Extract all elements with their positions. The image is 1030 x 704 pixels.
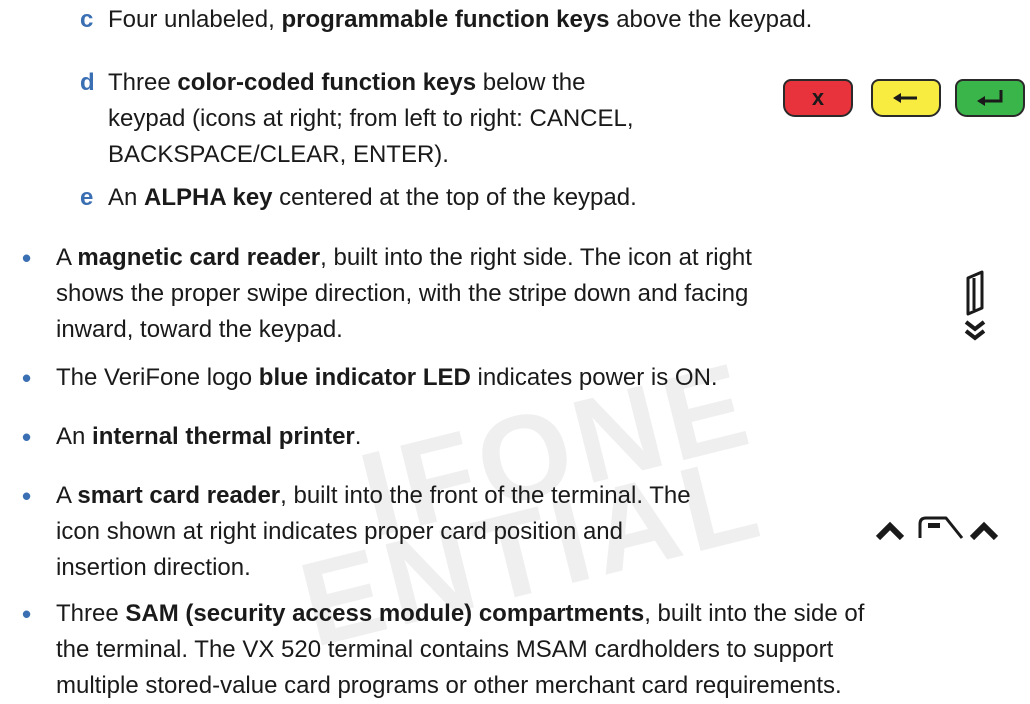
text-segment: above the keypad. xyxy=(609,6,813,33)
text-segment: , built into the right side. The icon at… xyxy=(320,244,752,271)
bold-term: ALPHA key xyxy=(144,184,273,211)
left-arrow-icon xyxy=(893,93,917,103)
text-segment: A xyxy=(56,244,78,271)
item-marker-d: d xyxy=(80,69,95,96)
item-text-printer: An internal thermal printer. xyxy=(56,419,956,455)
text-line: inward, toward the keypad. xyxy=(56,316,343,343)
item-marker-e: e xyxy=(80,184,94,211)
bold-term: SAM (security access module) compartment… xyxy=(125,600,645,627)
text-segment: Three xyxy=(108,69,178,96)
bold-term: color-coded function keys xyxy=(177,69,477,96)
text-line: multiple stored-value card programs or o… xyxy=(56,672,842,699)
smart-card-insert-icon xyxy=(875,516,999,541)
backspace-key-icon xyxy=(871,79,941,117)
text-segment: An xyxy=(108,184,145,211)
text-line: shows the proper swipe direction, with t… xyxy=(56,280,749,307)
text-line: BACKSPACE/CLEAR, ENTER). xyxy=(108,141,449,168)
item-text-led: The VeriFone logo blue indicator LED ind… xyxy=(56,360,956,396)
text-line: insertion direction. xyxy=(56,554,251,581)
bold-term: programmable function keys xyxy=(281,6,610,33)
text-segment: , built into the side of xyxy=(644,600,865,627)
text-line: icon shown at right indicates proper car… xyxy=(56,518,623,545)
bold-term: internal thermal printer xyxy=(92,423,355,450)
text-segment: Three xyxy=(56,600,126,627)
item-text-magnetic: A magnetic card reader, built into the r… xyxy=(56,240,936,348)
cancel-key-icon: x xyxy=(783,79,853,117)
bold-term: magnetic card reader xyxy=(77,244,321,271)
text-segment: , built into the front of the terminal. … xyxy=(280,482,691,509)
item-marker-c: c xyxy=(80,6,94,33)
text-segment: Four unlabeled, xyxy=(108,6,282,33)
text-segment: . xyxy=(354,423,362,450)
bullet: • xyxy=(22,363,32,393)
text-segment: The VeriFone logo xyxy=(56,364,259,391)
cancel-key-glyph: x xyxy=(811,85,825,110)
bullet: • xyxy=(22,422,32,452)
item-text-sam: Three SAM (security access module) compa… xyxy=(56,596,1026,704)
bullet: • xyxy=(22,481,32,511)
bold-term: smart card reader xyxy=(77,482,281,509)
bold-term: blue indicator LED xyxy=(258,364,471,391)
item-text-d: Three color-coded function keys below th… xyxy=(108,65,758,173)
text-segment: centered at the top of the keypad. xyxy=(272,184,637,211)
return-arrow-icon xyxy=(977,90,1003,106)
bullet: • xyxy=(22,243,32,273)
text-segment: below the xyxy=(476,69,586,96)
bullet: • xyxy=(22,599,32,629)
text-segment: A xyxy=(56,482,78,509)
enter-key-icon xyxy=(955,79,1025,117)
text-line: the terminal. The VX 520 terminal contai… xyxy=(56,636,834,663)
card-swipe-icon xyxy=(964,270,986,341)
text-segment: An xyxy=(56,423,93,450)
text-line: keypad (icons at right; from left to rig… xyxy=(108,105,634,132)
text-segment: indicates power is ON. xyxy=(470,364,718,391)
item-text-e: An ALPHA key centered at the top of the … xyxy=(108,180,1008,216)
item-text-smart: A smart card reader, built into the fron… xyxy=(56,478,816,586)
item-text-c: Four unlabeled, programmable function ke… xyxy=(108,2,1008,38)
function-keys-icons: x xyxy=(783,79,1025,123)
